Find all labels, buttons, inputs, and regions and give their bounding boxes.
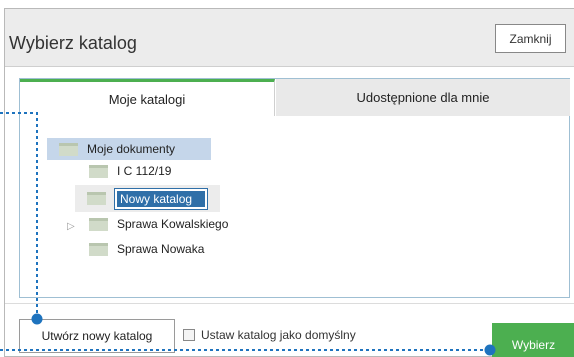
tree-item-label: Sprawa Nowaka xyxy=(117,242,205,256)
close-button[interactable]: Zamknij xyxy=(495,24,566,53)
select-folder-dialog: Wybierz katalog Zamknij Moje katalogi Ud… xyxy=(4,8,574,357)
dialog-header: Wybierz katalog Zamknij xyxy=(5,9,574,67)
tree-item-root[interactable]: Moje dokumenty xyxy=(47,138,211,160)
folder-icon xyxy=(87,192,106,205)
collapse-triangle-icon[interactable]: ▷ xyxy=(67,221,75,232)
tab-shared-with-me[interactable]: Udostępnione dla mnie xyxy=(276,79,570,116)
tab-my-folders[interactable]: Moje katalogi xyxy=(20,79,275,116)
dialog-title: Wybierz katalog xyxy=(9,33,137,53)
tree-item-new[interactable]: Nowy katalog xyxy=(75,185,220,212)
folder-icon xyxy=(89,164,108,178)
checkbox-box[interactable] xyxy=(183,329,195,341)
footer-divider xyxy=(5,303,574,304)
default-folder-checkbox[interactable]: Ustaw katalog jako domyślny xyxy=(183,328,356,342)
folder-icon xyxy=(59,142,78,156)
folder-name-input[interactable]: Nowy katalog xyxy=(114,187,208,210)
folder-icon xyxy=(89,217,108,231)
default-folder-label: Ustaw katalog jako domyślny xyxy=(201,328,356,342)
tree-item-label: Sprawa Kowalskiego xyxy=(117,217,229,231)
choose-button[interactable]: Wybierz xyxy=(492,323,574,357)
tree-item-label: Moje dokumenty xyxy=(87,142,176,156)
tree-item[interactable]: Sprawa Nowaka xyxy=(89,238,204,260)
create-folder-button[interactable]: Utwórz nowy katalog xyxy=(19,319,175,353)
folder-icon xyxy=(89,242,108,256)
tree-item[interactable]: I C 112/19 xyxy=(89,160,171,182)
tree-item[interactable]: Sprawa Kowalskiego xyxy=(89,213,228,235)
tree-item-label: I C 112/19 xyxy=(117,164,172,178)
folder-panel: Moje katalogi Udostępnione dla mnie ◢ Mo… xyxy=(19,78,570,298)
